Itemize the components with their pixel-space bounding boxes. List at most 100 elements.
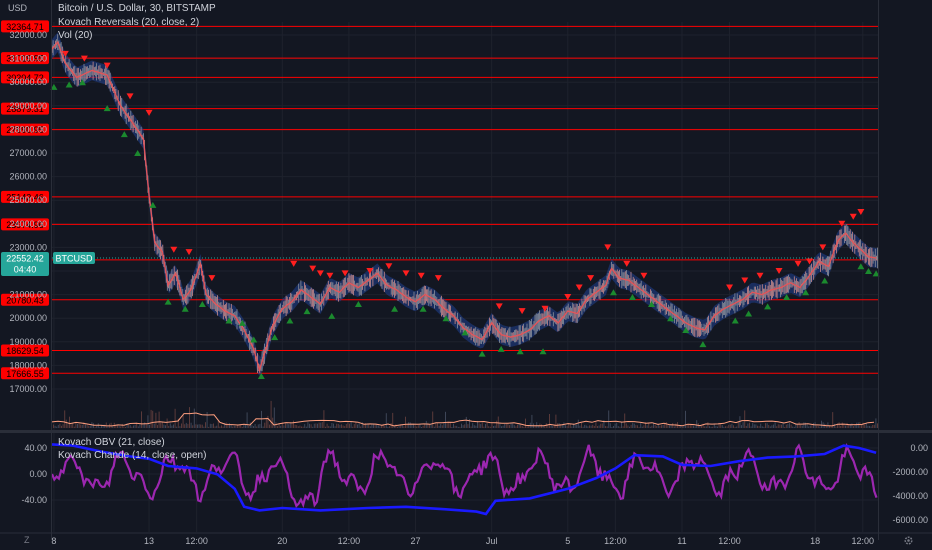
- volume-bar: [485, 424, 486, 428]
- volume-bar: [853, 426, 854, 428]
- indicator-legend-obv[interactable]: Kovach OBV (21, close): [58, 437, 165, 448]
- volume-bar: [712, 426, 714, 428]
- volume-bar: [118, 425, 120, 428]
- volume-bar: [403, 426, 405, 428]
- volume-bar: [841, 422, 843, 428]
- volume-bar: [245, 424, 246, 428]
- volume-bar: [861, 424, 862, 428]
- volume-bar: [198, 424, 200, 428]
- volume-bar: [259, 423, 261, 428]
- volume-bar: [640, 423, 642, 428]
- y-tick-label: 20000.00: [9, 313, 47, 323]
- volume-bar: [673, 426, 675, 428]
- volume-bar: [59, 423, 61, 428]
- volume-bar: [606, 426, 608, 428]
- sell-signal-marker: [290, 260, 298, 267]
- volume-bar: [549, 414, 550, 428]
- volume-bar: [166, 418, 168, 428]
- volume-bar: [336, 423, 338, 428]
- volume-bar: [139, 424, 141, 428]
- volume-bar: [817, 426, 819, 428]
- volume-bar: [571, 426, 573, 428]
- volume-bar: [203, 426, 205, 428]
- volume-bar: [94, 426, 96, 428]
- volume-bar: [467, 424, 469, 428]
- volume-bar: [302, 426, 304, 428]
- volume-bar: [693, 425, 694, 428]
- volume-bar: [107, 426, 109, 428]
- volume-bar: [328, 425, 330, 428]
- volume-bar: [253, 426, 254, 428]
- sell-signal-marker: [326, 272, 334, 279]
- volume-bar: [739, 416, 741, 428]
- volume-bar: [542, 426, 544, 428]
- volume-bar: [643, 425, 645, 428]
- volume-bar: [85, 424, 86, 428]
- volume-bar: [438, 425, 440, 428]
- sell-signal-marker: [518, 308, 526, 315]
- volume-bar: [86, 424, 88, 428]
- volume-bar: [355, 422, 357, 428]
- volume-bar: [662, 425, 664, 428]
- volume-bar: [797, 424, 798, 428]
- y-tick-label: 18000.00: [9, 360, 47, 370]
- indicator-legend-reversals[interactable]: Kovach Reversals (20, close, 2): [58, 17, 199, 28]
- gear-icon[interactable]: [903, 535, 914, 546]
- symbol-title[interactable]: Bitcoin / U.S. Dollar, 30, BITSTAMP: [58, 3, 216, 14]
- volume-bar: [605, 426, 606, 428]
- volume-bar: [238, 425, 240, 428]
- volume-bar: [70, 424, 72, 428]
- trading-chart[interactable]: 32364.7131019.9530204.7228879.3127990.95…: [0, 0, 932, 550]
- volume-bar: [705, 426, 707, 428]
- volume-bar: [73, 426, 75, 428]
- volume-bar: [670, 425, 672, 428]
- volume-bar: [296, 425, 298, 428]
- sell-signal-marker: [640, 272, 648, 279]
- volume-bar: [632, 422, 634, 428]
- volume-bar: [809, 425, 811, 428]
- volume-bar: [457, 426, 459, 428]
- volume-bar: [422, 425, 424, 428]
- volume-bar: [134, 424, 136, 428]
- volume-bar: [161, 422, 163, 428]
- volume-bar: [726, 426, 728, 428]
- volume-bar: [208, 426, 210, 428]
- volume-bar: [873, 424, 875, 428]
- zoom-button[interactable]: Z: [24, 535, 30, 545]
- volume-bar: [349, 423, 350, 428]
- buy-signal-marker: [497, 345, 505, 352]
- indicator-legend-volume[interactable]: Vol (20): [58, 30, 92, 41]
- volume-bar: [417, 425, 419, 428]
- volume-bar: [512, 423, 514, 428]
- buy-signal-marker: [198, 301, 206, 308]
- volume-bar: [661, 425, 662, 428]
- volume-bar: [377, 425, 379, 428]
- volume-bar: [366, 424, 368, 428]
- volume-bar: [736, 426, 738, 428]
- volume-bar: [803, 422, 805, 428]
- volume-bar: [293, 420, 294, 428]
- volume-bar: [710, 426, 712, 428]
- volume-bar: [877, 423, 878, 428]
- volume-bar: [157, 425, 158, 428]
- volume-bar: [344, 426, 346, 428]
- volume-bar: [129, 425, 131, 428]
- volume-bar: [160, 422, 162, 428]
- sell-signal-marker: [575, 284, 583, 291]
- volume-bar: [470, 426, 472, 428]
- volume-bar: [569, 423, 571, 428]
- currency-unit: USD: [8, 3, 28, 13]
- chande-tick-label: 40.00: [24, 443, 47, 453]
- volume-bar: [768, 425, 770, 428]
- volume-bar: [701, 426, 702, 428]
- volume-bar: [184, 424, 186, 428]
- volume-bar: [77, 424, 78, 428]
- bar-countdown-label: 04:40: [14, 264, 37, 274]
- indicator-legend-chande[interactable]: Kovach Chande (14, close, open): [58, 450, 206, 461]
- volume-bar: [317, 423, 318, 428]
- volume-bar: [728, 424, 730, 428]
- volume-bar: [389, 426, 390, 428]
- volume-bar: [341, 424, 342, 428]
- volume-bar: [329, 426, 331, 428]
- volume-bar: [277, 426, 278, 428]
